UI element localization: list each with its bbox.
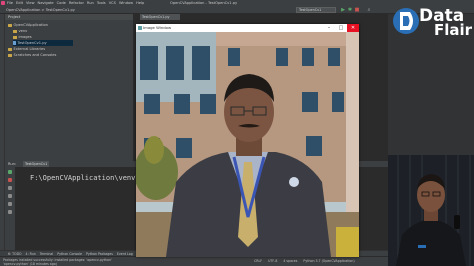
- displayed-photo: [136, 32, 359, 257]
- project-panel-header[interactable]: Project: [5, 14, 133, 20]
- window-icon: [138, 26, 142, 30]
- minimize-button[interactable]: –: [323, 24, 335, 32]
- tree-item-scratches[interactable]: Scratches and Consoles: [8, 52, 56, 58]
- run-tab[interactable]: TestOpenCv1: [23, 161, 50, 167]
- image-window-title-bar[interactable]: Image Window – □ ✕: [136, 24, 359, 32]
- menu-view[interactable]: View: [26, 1, 35, 5]
- webcam-overlay: [388, 155, 474, 266]
- tab-python-console[interactable]: Python Console: [57, 252, 82, 256]
- run-toolbar: [5, 167, 15, 255]
- logo-mark-icon: [393, 8, 419, 34]
- maximize-button[interactable]: □: [335, 24, 347, 32]
- menu-code[interactable]: Code: [57, 1, 66, 5]
- breadcrumb[interactable]: OpenCVApplication > TestOpenCv1.py: [6, 7, 75, 13]
- editor-tab[interactable]: TestOpenCv1.py: [140, 14, 180, 20]
- menu-edit[interactable]: Edit: [16, 1, 23, 5]
- trash-icon[interactable]: [8, 210, 12, 214]
- search-icon[interactable]: ⌕: [366, 7, 372, 13]
- presenter-video-image: [388, 155, 474, 266]
- rerun-icon[interactable]: [8, 170, 12, 174]
- menu-window[interactable]: Window: [119, 1, 133, 5]
- tab-todo[interactable]: 6: TODO: [8, 252, 22, 256]
- interpreter-indicator[interactable]: Python 3.7 (OpenCVApplication): [303, 259, 354, 263]
- image-window-title: Image Window: [143, 25, 172, 30]
- menu-navigate[interactable]: Navigate: [38, 1, 54, 5]
- logo-text-flair: Flair: [434, 21, 473, 39]
- menu-vcs[interactable]: VCS: [109, 1, 116, 5]
- scroll-to-end-icon[interactable]: [8, 186, 12, 190]
- console-output: F:\OpenCVApplication\venv\: [30, 174, 140, 182]
- run-icon[interactable]: ▶: [340, 7, 346, 13]
- status-message-detail: 'opencv-python' (18 minutes ago): [3, 262, 57, 266]
- encoding-indicator[interactable]: UTF-8: [268, 259, 277, 263]
- soft-wrap-icon[interactable]: [8, 194, 12, 198]
- folder-icon: [13, 35, 17, 39]
- line-separator-indicator[interactable]: CRLF: [254, 259, 262, 263]
- run-label: Run:: [8, 162, 17, 166]
- debug-icon[interactable]: ✱: [347, 7, 353, 13]
- indent-indicator[interactable]: 4 spaces: [283, 259, 297, 263]
- tab-event-log[interactable]: Event Log: [117, 252, 133, 256]
- folder-icon: [8, 23, 12, 27]
- stop-run-icon[interactable]: [8, 178, 12, 182]
- menu-run[interactable]: Run: [87, 1, 94, 5]
- print-icon[interactable]: [8, 202, 12, 206]
- pycharm-logo-icon: [1, 1, 5, 5]
- python-file-icon: [13, 41, 16, 45]
- folder-icon: [13, 29, 17, 33]
- project-panel: Project OpenCVApplication venv images Te…: [5, 14, 133, 161]
- library-icon: [8, 47, 12, 51]
- menu-refactor[interactable]: Refactor: [69, 1, 84, 5]
- image-window[interactable]: Image Window – □ ✕: [136, 24, 359, 257]
- run-config-select[interactable]: TestOpenCv1: [296, 7, 336, 13]
- dataflair-logo: Data Flair: [390, 4, 474, 39]
- portrait-photo-image: [136, 32, 359, 257]
- tab-terminal[interactable]: Terminal: [40, 252, 53, 256]
- stop-icon[interactable]: ■: [354, 7, 360, 13]
- menu-help[interactable]: Help: [136, 1, 144, 5]
- tab-python-packages[interactable]: Python Packages: [86, 252, 113, 256]
- menu-tools[interactable]: Tools: [97, 1, 106, 5]
- scratches-icon: [8, 53, 12, 57]
- tab-run[interactable]: 4: Run: [26, 252, 36, 256]
- menu-file[interactable]: File: [7, 1, 13, 5]
- status-right-items: CRLF UTF-8 4 spaces Python 3.7 (OpenCVAp…: [254, 259, 355, 263]
- close-button[interactable]: ✕: [347, 24, 359, 32]
